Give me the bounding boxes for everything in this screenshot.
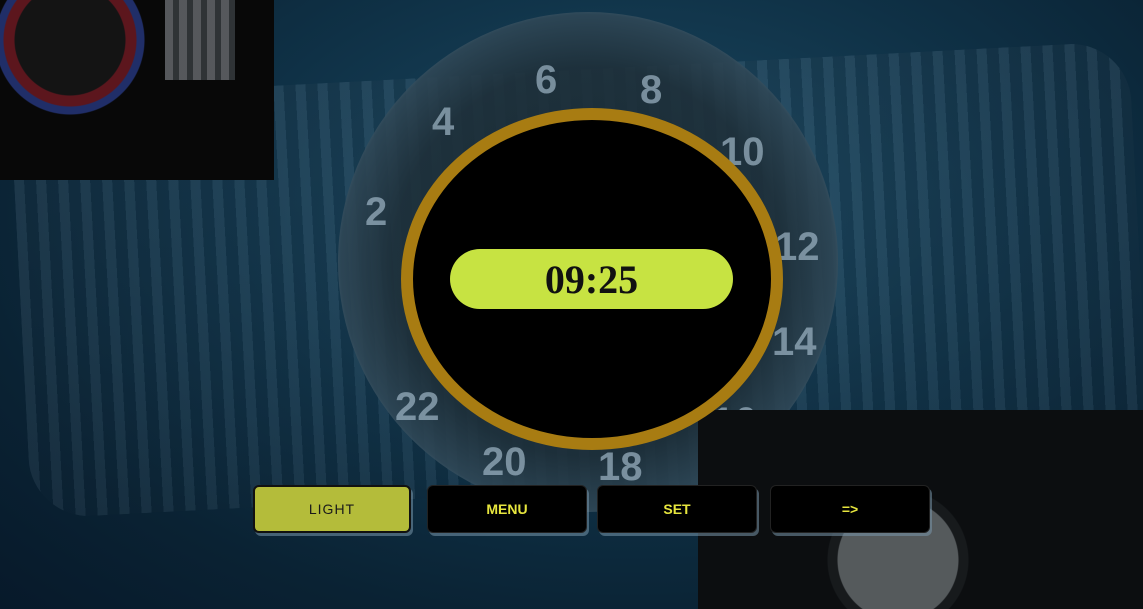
bezel-number: 18 (598, 445, 643, 489)
bezel-number: 14 (772, 320, 817, 364)
light-button[interactable]: LIGHT (253, 485, 411, 533)
bezel-number: 2 (365, 190, 388, 234)
bezel-number: 8 (640, 68, 663, 112)
bezel-number: 4 (432, 100, 455, 144)
bezel-number: 20 (482, 440, 527, 484)
bezel-number: 6 (535, 58, 558, 102)
menu-button[interactable]: MENU (427, 485, 587, 533)
watch-bracelet-image (165, 0, 235, 80)
set-button[interactable]: SET (597, 485, 757, 533)
watch-thumbnail-top-left (0, 0, 274, 180)
bezel-number: 22 (395, 385, 440, 429)
time-display: 09:25 (450, 249, 733, 309)
next-button[interactable]: => (770, 485, 930, 533)
